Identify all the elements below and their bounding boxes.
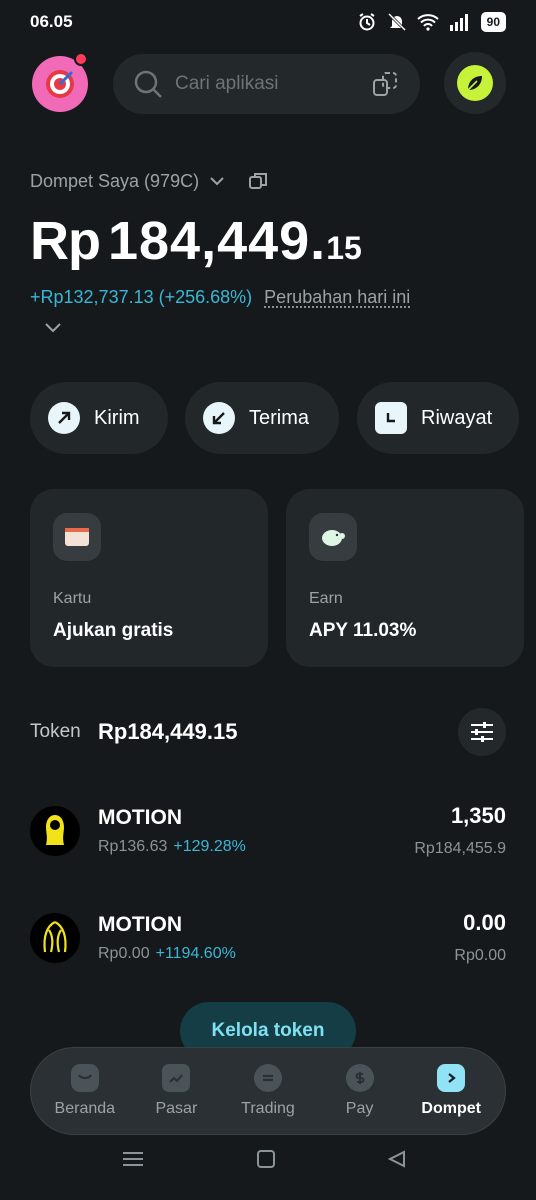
nav-item-dompet[interactable]: Dompet bbox=[408, 1064, 494, 1118]
nav-label: Beranda bbox=[54, 1100, 116, 1117]
nav-label: Pay bbox=[345, 1100, 374, 1117]
token-amount: 0.00 bbox=[463, 910, 506, 935]
nav-label: Trading bbox=[241, 1100, 295, 1117]
sliders-icon bbox=[471, 722, 493, 742]
search-icon bbox=[134, 70, 162, 98]
card-value: Ajukan gratis bbox=[53, 620, 174, 641]
scan-icon[interactable] bbox=[370, 69, 400, 99]
notification-dot bbox=[74, 52, 88, 66]
daily-change: +Rp132,737.13 (+256.68%) Perubahan hari … bbox=[30, 287, 410, 308]
card-icon bbox=[53, 513, 101, 561]
alarm-icon bbox=[359, 13, 375, 31]
expand-chevron-icon[interactable] bbox=[44, 318, 62, 341]
token-change: +129.28% bbox=[173, 838, 246, 855]
change-label[interactable]: Perubahan hari ini bbox=[264, 287, 410, 308]
signal-icon bbox=[449, 14, 468, 31]
token-name: MOTION bbox=[98, 913, 182, 936]
nav-item-pasar[interactable]: Pasar bbox=[133, 1064, 219, 1118]
token-price: Rp0.00 bbox=[98, 945, 150, 962]
search-bar[interactable]: Cari aplikasi bbox=[113, 54, 420, 114]
status-icons: 90 bbox=[357, 12, 506, 32]
history-icon bbox=[375, 402, 407, 434]
token-section-label: Token bbox=[30, 721, 81, 742]
token-fiat-value: Rp184,455.9 bbox=[414, 840, 506, 857]
card-value: APY 11.03% bbox=[309, 620, 417, 641]
card-kartu[interactable]: Kartu Ajukan gratis bbox=[30, 489, 268, 667]
token-price-row: Rp0.00 +1194.60% bbox=[98, 945, 236, 963]
bottom-nav: Beranda Pasar Trading Pay Dompet bbox=[30, 1047, 506, 1135]
token-logo-icon bbox=[30, 806, 80, 856]
token-price-row: Rp136.63 +129.28% bbox=[98, 838, 246, 856]
chevron-down-icon bbox=[210, 177, 224, 186]
total-balance: Rp 184,449. 15 bbox=[30, 210, 362, 272]
card-title: Kartu bbox=[53, 590, 92, 607]
receive-button[interactable]: Terima bbox=[185, 382, 339, 454]
history-button[interactable]: Riwayat bbox=[357, 382, 519, 454]
card-title: Earn bbox=[309, 590, 343, 607]
wallet-name: Dompet Saya (979C) bbox=[30, 170, 200, 191]
nav-item-pay[interactable]: Pay bbox=[317, 1064, 403, 1118]
nav-label: Dompet bbox=[421, 1100, 481, 1117]
arrow-up-right-icon bbox=[48, 402, 80, 434]
receive-label: Terima bbox=[249, 406, 310, 429]
brand-button[interactable] bbox=[444, 52, 506, 114]
market-icon bbox=[162, 1064, 191, 1092]
nav-item-trading[interactable]: Trading bbox=[225, 1064, 311, 1118]
balance-decimal: 15 bbox=[326, 230, 362, 266]
system-menu-icon[interactable] bbox=[122, 1150, 144, 1173]
arrow-down-left-icon bbox=[203, 402, 235, 434]
system-home-icon[interactable] bbox=[256, 1150, 276, 1173]
balance-currency: Rp bbox=[30, 211, 101, 271]
trading-icon bbox=[253, 1064, 282, 1092]
wallet-selector[interactable]: Dompet Saya (979C) bbox=[30, 170, 269, 192]
card-earn[interactable]: Earn APY 11.03% bbox=[286, 489, 524, 667]
mute-bell-icon bbox=[387, 12, 406, 32]
piggy-bank-icon bbox=[309, 513, 357, 561]
battery-level: 90 bbox=[480, 12, 506, 32]
token-change: +1194.60% bbox=[155, 945, 236, 962]
token-amount: 1,350 bbox=[450, 803, 506, 828]
target-icon bbox=[46, 70, 74, 98]
token-name: MOTION bbox=[98, 806, 182, 829]
filter-button[interactable] bbox=[458, 708, 506, 756]
token-row[interactable]: MOTION Rp136.63 +129.28% 1,350 Rp184,455.… bbox=[30, 800, 506, 864]
pay-icon bbox=[345, 1064, 374, 1092]
token-total: Rp184,449.15 bbox=[98, 719, 238, 744]
copy-icon[interactable] bbox=[247, 170, 269, 192]
system-back-icon[interactable] bbox=[387, 1150, 407, 1173]
token-fiat-value: Rp0.00 bbox=[454, 947, 506, 964]
token-logo-icon bbox=[30, 913, 80, 963]
history-label: Riwayat bbox=[421, 406, 493, 429]
status-time: 06.05 bbox=[30, 12, 73, 31]
wallet-icon bbox=[437, 1064, 466, 1092]
token-price: Rp136.63 bbox=[98, 838, 168, 855]
balance-integer: 184,449. bbox=[107, 211, 327, 271]
send-button[interactable]: Kirim bbox=[30, 382, 168, 454]
token-row[interactable]: MOTION Rp0.00 +1194.60% 0.00 Rp0.00 bbox=[30, 907, 506, 971]
send-label: Kirim bbox=[94, 406, 140, 429]
leaf-icon bbox=[457, 65, 493, 101]
change-value: +Rp132,737.13 (+256.68%) bbox=[30, 287, 253, 307]
wifi-icon bbox=[416, 14, 439, 31]
nav-item-beranda[interactable]: Beranda bbox=[42, 1064, 128, 1118]
home-icon bbox=[70, 1064, 99, 1092]
search-input[interactable]: Cari aplikasi bbox=[175, 73, 370, 95]
nav-label: Pasar bbox=[155, 1100, 198, 1117]
